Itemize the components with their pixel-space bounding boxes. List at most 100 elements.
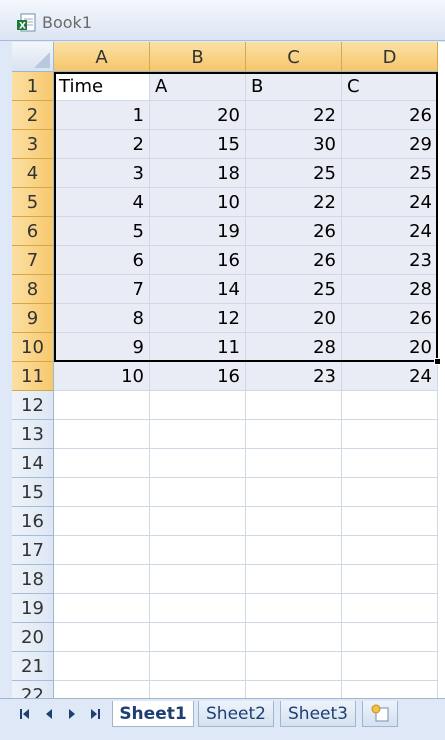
cell-c18[interactable] [246, 565, 342, 594]
row-header-6[interactable]: 6 [12, 217, 54, 246]
cell-c17[interactable] [246, 536, 342, 565]
row-header-4[interactable]: 4 [12, 159, 54, 188]
row-header-11[interactable]: 11 [12, 362, 54, 391]
cell-a21[interactable] [54, 652, 150, 681]
cell-a17[interactable] [54, 536, 150, 565]
cell-d2[interactable]: 26 [342, 101, 438, 130]
cell-b16[interactable] [150, 507, 246, 536]
cell-c19[interactable] [246, 594, 342, 623]
row-header-15[interactable]: 15 [12, 478, 54, 507]
cell-c12[interactable] [246, 391, 342, 420]
cell-d11[interactable]: 24 [342, 362, 438, 391]
cell-a3[interactable]: 2 [54, 130, 150, 159]
cell-a13[interactable] [54, 420, 150, 449]
cell-b6[interactable]: 19 [150, 217, 246, 246]
cell-b9[interactable]: 12 [150, 304, 246, 333]
select-all-button[interactable] [12, 42, 54, 72]
cell-b15[interactable] [150, 478, 246, 507]
column-header-a[interactable]: A [54, 42, 150, 72]
worksheet-grid[interactable]: A B C D 1 Time A B C 2 1 20 22 26 3 2 15 30 29 4 3 18 25 25 5 4 10… [12, 42, 445, 698]
row-header-19[interactable]: 19 [12, 594, 54, 623]
cell-a19[interactable] [54, 594, 150, 623]
cell-d8[interactable]: 28 [342, 275, 438, 304]
row-header-21[interactable]: 21 [12, 652, 54, 681]
column-header-b[interactable]: B [150, 42, 246, 72]
cell-b7[interactable]: 16 [150, 246, 246, 275]
cell-b10[interactable]: 11 [150, 333, 246, 362]
cell-d16[interactable] [342, 507, 438, 536]
cell-d14[interactable] [342, 449, 438, 478]
cell-c13[interactable] [246, 420, 342, 449]
row-header-3[interactable]: 3 [12, 130, 54, 159]
cell-d20[interactable] [342, 623, 438, 652]
column-header-d[interactable]: D [342, 42, 438, 72]
sheet-tab-sheet2[interactable]: Sheet2 [198, 701, 274, 727]
row-header-20[interactable]: 20 [12, 623, 54, 652]
cell-d21[interactable] [342, 652, 438, 681]
row-header-14[interactable]: 14 [12, 449, 54, 478]
cell-b18[interactable] [150, 565, 246, 594]
cell-d17[interactable] [342, 536, 438, 565]
cell-a5[interactable]: 4 [54, 188, 150, 217]
cell-b11[interactable]: 16 [150, 362, 246, 391]
cell-a18[interactable] [54, 565, 150, 594]
row-header-7[interactable]: 7 [12, 246, 54, 275]
cell-c10[interactable]: 28 [246, 333, 342, 362]
cell-b14[interactable] [150, 449, 246, 478]
cell-c9[interactable]: 20 [246, 304, 342, 333]
last-sheet-icon[interactable] [86, 705, 104, 723]
cell-a14[interactable] [54, 449, 150, 478]
cell-b22[interactable] [150, 681, 246, 698]
fill-handle[interactable] [434, 358, 441, 365]
cell-d12[interactable] [342, 391, 438, 420]
row-header-12[interactable]: 12 [12, 391, 54, 420]
cell-c21[interactable] [246, 652, 342, 681]
cell-b17[interactable] [150, 536, 246, 565]
cell-c22[interactable] [246, 681, 342, 698]
row-header-8[interactable]: 8 [12, 275, 54, 304]
row-header-16[interactable]: 16 [12, 507, 54, 536]
cell-a8[interactable]: 7 [54, 275, 150, 304]
row-header-2[interactable]: 2 [12, 101, 54, 130]
cell-c2[interactable]: 22 [246, 101, 342, 130]
cell-d1[interactable]: C [342, 72, 438, 101]
cell-c15[interactable] [246, 478, 342, 507]
insert-sheet-button[interactable] [362, 701, 398, 727]
cell-d10[interactable]: 20 [342, 333, 438, 362]
row-header-18[interactable]: 18 [12, 565, 54, 594]
cell-b1[interactable]: A [150, 72, 246, 101]
row-header-22[interactable]: 22 [12, 681, 54, 698]
cell-a22[interactable] [54, 681, 150, 698]
row-header-13[interactable]: 13 [12, 420, 54, 449]
cell-b5[interactable]: 10 [150, 188, 246, 217]
cell-a2[interactable]: 1 [54, 101, 150, 130]
sheet-tab-sheet1[interactable]: Sheet1 [112, 701, 194, 727]
cell-a1[interactable]: Time [54, 72, 150, 101]
cell-c1[interactable]: B [246, 72, 342, 101]
prev-sheet-icon[interactable] [40, 705, 58, 723]
cell-b2[interactable]: 20 [150, 101, 246, 130]
cell-c6[interactable]: 26 [246, 217, 342, 246]
cell-b20[interactable] [150, 623, 246, 652]
cell-a10[interactable]: 9 [54, 333, 150, 362]
cell-d18[interactable] [342, 565, 438, 594]
cell-d3[interactable]: 29 [342, 130, 438, 159]
cell-b3[interactable]: 15 [150, 130, 246, 159]
cell-c14[interactable] [246, 449, 342, 478]
cell-a15[interactable] [54, 478, 150, 507]
cell-d22[interactable] [342, 681, 438, 698]
cell-d6[interactable]: 24 [342, 217, 438, 246]
cell-b13[interactable] [150, 420, 246, 449]
cell-d13[interactable] [342, 420, 438, 449]
row-header-10[interactable]: 10 [12, 333, 54, 362]
row-header-5[interactable]: 5 [12, 188, 54, 217]
cell-a20[interactable] [54, 623, 150, 652]
cell-a12[interactable] [54, 391, 150, 420]
cell-c16[interactable] [246, 507, 342, 536]
row-header-17[interactable]: 17 [12, 536, 54, 565]
cell-d5[interactable]: 24 [342, 188, 438, 217]
cell-b12[interactable] [150, 391, 246, 420]
cell-a9[interactable]: 8 [54, 304, 150, 333]
next-sheet-icon[interactable] [63, 705, 81, 723]
cell-a11[interactable]: 10 [54, 362, 150, 391]
